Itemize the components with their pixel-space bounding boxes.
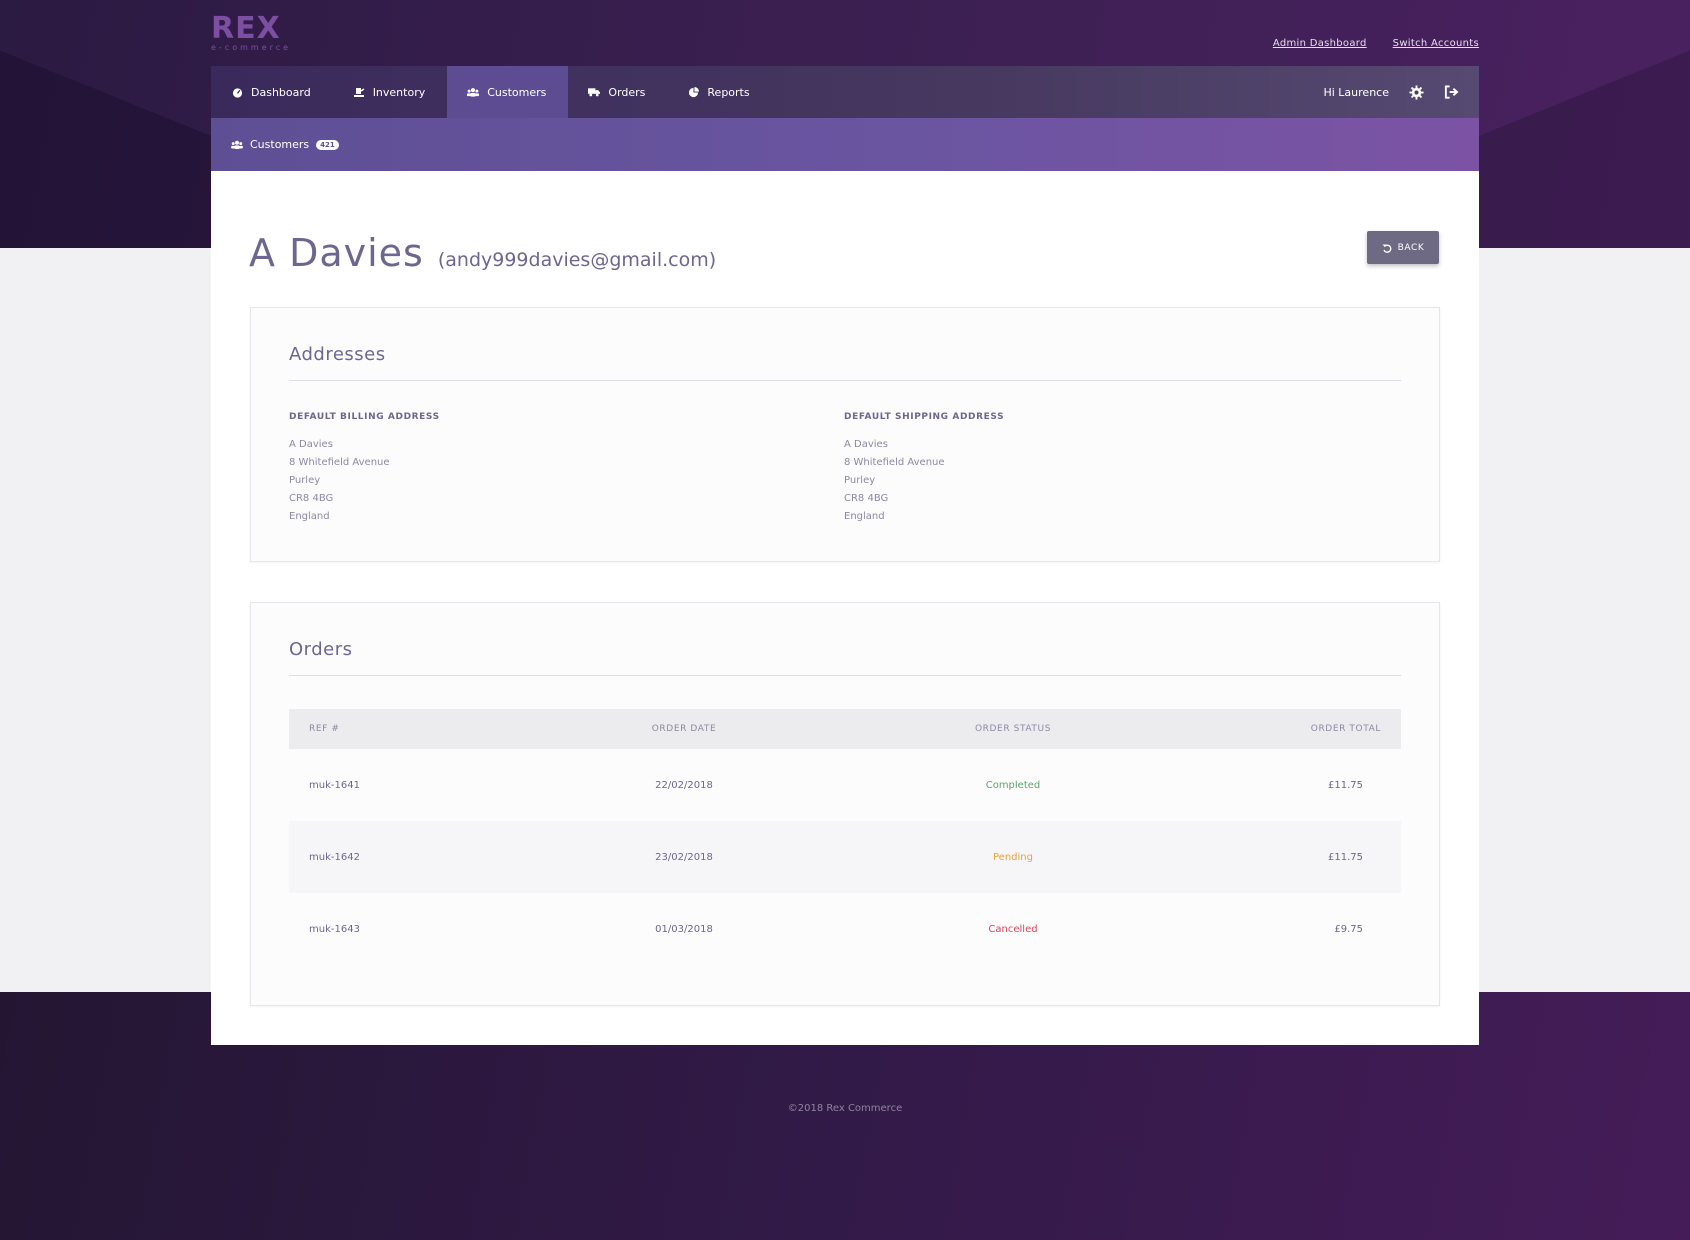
order-total: £11.75 bbox=[1328, 851, 1363, 863]
truck-icon bbox=[588, 86, 601, 98]
order-status: Completed bbox=[985, 779, 1041, 791]
nav-item-inventory[interactable]: Inventory bbox=[333, 66, 448, 118]
address-line: Purley bbox=[844, 475, 876, 486]
dashboard-icon bbox=[231, 86, 243, 98]
back-button-label: BACK bbox=[1397, 242, 1425, 253]
switch-accounts-link[interactable]: Switch Accounts bbox=[1393, 38, 1479, 49]
nav-label-inventory: Inventory bbox=[372, 85, 426, 99]
address-line: CR8 4BG bbox=[844, 493, 889, 504]
address-line: England bbox=[289, 511, 330, 522]
order-ref: muk-1642 bbox=[309, 851, 360, 863]
address-line: 8 Whitefield Avenue bbox=[289, 457, 390, 468]
gear-icon[interactable] bbox=[1409, 84, 1424, 100]
column-header-ref[interactable]: REF # bbox=[289, 724, 613, 734]
nav-item-orders[interactable]: Orders bbox=[568, 66, 667, 118]
column-header-date[interactable]: ORDER DATE bbox=[613, 724, 845, 734]
order-total: £11.75 bbox=[1328, 779, 1363, 791]
inventory-icon bbox=[353, 86, 365, 98]
order-status: Pending bbox=[993, 851, 1033, 863]
nav-label-customers: Customers bbox=[487, 85, 547, 99]
customer-name: A Davies bbox=[249, 231, 424, 275]
order-date: 22/02/2018 bbox=[655, 779, 713, 791]
table-row[interactable]: muk-1642 23/02/2018 Pending £11.75 bbox=[289, 821, 1401, 893]
brand-logo[interactable]: REX e-commerce bbox=[211, 11, 292, 53]
page-title: A Davies (andy999davies@gmail.com) bbox=[249, 231, 716, 275]
divider bbox=[289, 380, 1401, 381]
address-line: 8 Whitefield Avenue bbox=[844, 457, 945, 468]
nav-user-area: Hi Laurence bbox=[1323, 66, 1479, 118]
column-header-status[interactable]: ORDER STATUS bbox=[845, 724, 1181, 734]
shipping-address: DEFAULT SHIPPING ADDRESS A Davies 8 Whit… bbox=[844, 412, 1004, 526]
address-line: A Davies bbox=[289, 439, 333, 450]
addresses-card: Addresses DEFAULT BILLING ADDRESS A Davi… bbox=[250, 307, 1440, 562]
logout-icon[interactable] bbox=[1444, 85, 1459, 99]
address-line: Purley bbox=[289, 475, 321, 486]
table-row[interactable]: muk-1641 22/02/2018 Completed £11.75 bbox=[289, 749, 1401, 821]
sub-nav-item-customers[interactable]: Customers 421 bbox=[231, 138, 339, 151]
customer-email: (andy999davies@gmail.com) bbox=[437, 249, 717, 271]
customer-count-badge: 421 bbox=[316, 139, 339, 150]
nav-label-orders: Orders bbox=[608, 85, 646, 99]
order-total: £9.75 bbox=[1334, 923, 1363, 935]
address-line: CR8 4BG bbox=[289, 493, 334, 504]
order-ref: muk-1641 bbox=[309, 779, 360, 791]
order-date: 23/02/2018 bbox=[655, 851, 713, 863]
nav-label-dashboard: Dashboard bbox=[251, 85, 311, 99]
customers-icon bbox=[467, 86, 480, 98]
divider bbox=[289, 675, 1401, 676]
nav-label-reports: Reports bbox=[707, 85, 750, 99]
billing-address-heading: DEFAULT BILLING ADDRESS bbox=[289, 412, 440, 422]
back-button[interactable]: BACK bbox=[1367, 231, 1439, 264]
sub-nav: Customers 421 bbox=[211, 118, 1479, 171]
table-header: REF # ORDER DATE ORDER STATUS ORDER TOTA… bbox=[289, 709, 1401, 749]
shipping-address-heading: DEFAULT SHIPPING ADDRESS bbox=[844, 412, 1005, 422]
customers-icon bbox=[231, 140, 243, 149]
main-nav: Dashboard Inventory Customers Orders Rep… bbox=[211, 66, 1479, 118]
nav-item-reports[interactable]: Reports bbox=[667, 66, 771, 118]
footer-copyright: ©2018 Rex Commerce bbox=[787, 1103, 903, 1114]
column-header-total[interactable]: ORDER TOTAL bbox=[1181, 724, 1401, 734]
addresses-title: Addresses bbox=[289, 344, 386, 365]
sub-nav-label: Customers bbox=[250, 138, 310, 151]
main-panel: A Davies (andy999davies@gmail.com) BACK … bbox=[211, 171, 1479, 1045]
orders-table: REF # ORDER DATE ORDER STATUS ORDER TOTA… bbox=[289, 709, 1401, 965]
address-line: England bbox=[844, 511, 885, 522]
brand-tagline: e-commerce bbox=[211, 43, 292, 52]
nav-item-dashboard[interactable]: Dashboard bbox=[211, 66, 333, 118]
order-date: 01/03/2018 bbox=[655, 923, 713, 935]
order-status: Cancelled bbox=[988, 923, 1038, 935]
pie-chart-icon bbox=[687, 86, 699, 98]
brand-name: REX bbox=[211, 11, 281, 46]
orders-card: Orders REF # ORDER DATE ORDER STATUS ORD… bbox=[250, 602, 1440, 1006]
nav-item-customers[interactable]: Customers bbox=[447, 66, 569, 118]
user-greeting: Hi Laurence bbox=[1323, 85, 1389, 99]
admin-dashboard-link[interactable]: Admin Dashboard bbox=[1273, 38, 1367, 49]
top-links: Admin Dashboard Switch Accounts bbox=[1273, 38, 1479, 49]
orders-title: Orders bbox=[289, 639, 353, 660]
order-ref: muk-1643 bbox=[309, 923, 360, 935]
address-line: A Davies bbox=[844, 439, 888, 450]
table-row[interactable]: muk-1643 01/03/2018 Cancelled £9.75 bbox=[289, 893, 1401, 965]
billing-address: DEFAULT BILLING ADDRESS A Davies 8 White… bbox=[289, 412, 440, 526]
undo-icon bbox=[1382, 243, 1392, 253]
